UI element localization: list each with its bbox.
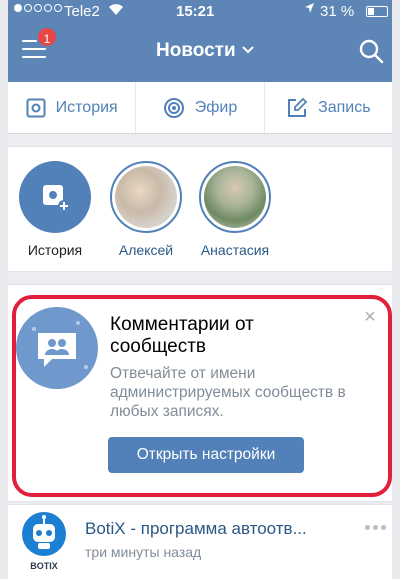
battery-percentage: 31 % — [320, 3, 355, 20]
edit-icon — [288, 97, 308, 117]
story-author-label: Алексей — [118, 242, 174, 258]
highlight-frame — [12, 295, 392, 497]
live-broadcast-icon — [163, 97, 184, 118]
top-bar: Tele2 15:21 31 % 1 Новости — [8, 0, 392, 82]
page-title: Новости — [156, 40, 236, 61]
robot-logo-icon — [22, 512, 66, 556]
add-story-button[interactable]: История — [12, 161, 98, 258]
wifi-icon — [108, 2, 124, 19]
story-item[interactable]: Алексей — [103, 161, 189, 258]
add-story-circle — [19, 161, 91, 233]
navigation-header: 1 Новости — [8, 24, 392, 82]
clock: 15:21 — [176, 3, 215, 20]
search-button[interactable] — [358, 38, 384, 64]
camera-square-icon — [26, 98, 46, 117]
story-ring — [199, 161, 271, 233]
post-action-button[interactable]: Запись — [263, 82, 392, 133]
news-feed-title[interactable]: Новости — [156, 40, 254, 62]
more-options-button[interactable] — [362, 519, 388, 535]
logo-text: BOTIX — [30, 561, 58, 571]
compose-actions-bar: История Эфир Запись — [8, 82, 392, 134]
camera-plus-icon — [43, 185, 70, 212]
stories-strip: История Алексей Анастасия — [8, 146, 392, 272]
battery-icon — [366, 6, 388, 17]
community-comments-promo: Комментарии от сообществ Отвечайте от им… — [8, 284, 392, 502]
avatar — [115, 166, 177, 228]
carrier-name: Tele2 — [64, 3, 100, 20]
story-ring — [110, 161, 182, 233]
feed-post: BOTIX BotiX - программа автоотв... три м… — [8, 504, 392, 579]
story-item[interactable]: Анастасия — [192, 161, 278, 258]
notification-badge: 1 — [36, 26, 58, 48]
story-action-button[interactable]: История — [8, 82, 135, 133]
live-action-button[interactable]: Эфир — [135, 82, 263, 133]
search-icon — [359, 39, 384, 64]
post-action-label: Запись — [318, 98, 371, 116]
post-author-name[interactable]: BotiX - программа автоотв... — [85, 519, 355, 539]
story-action-label: История — [55, 98, 118, 116]
avatar[interactable]: BOTIX — [18, 511, 70, 571]
status-bar: Tele2 15:21 31 % — [8, 0, 392, 24]
live-action-label: Эфир — [194, 98, 238, 116]
avatar — [204, 166, 266, 228]
story-author-label: Анастасия — [200, 242, 270, 258]
post-timestamp: три минуты назад — [85, 544, 202, 560]
signal-strength-icon — [14, 4, 62, 12]
location-arrow-icon — [304, 2, 315, 17]
chevron-down-icon — [239, 43, 254, 57]
add-story-label: История — [27, 242, 83, 258]
